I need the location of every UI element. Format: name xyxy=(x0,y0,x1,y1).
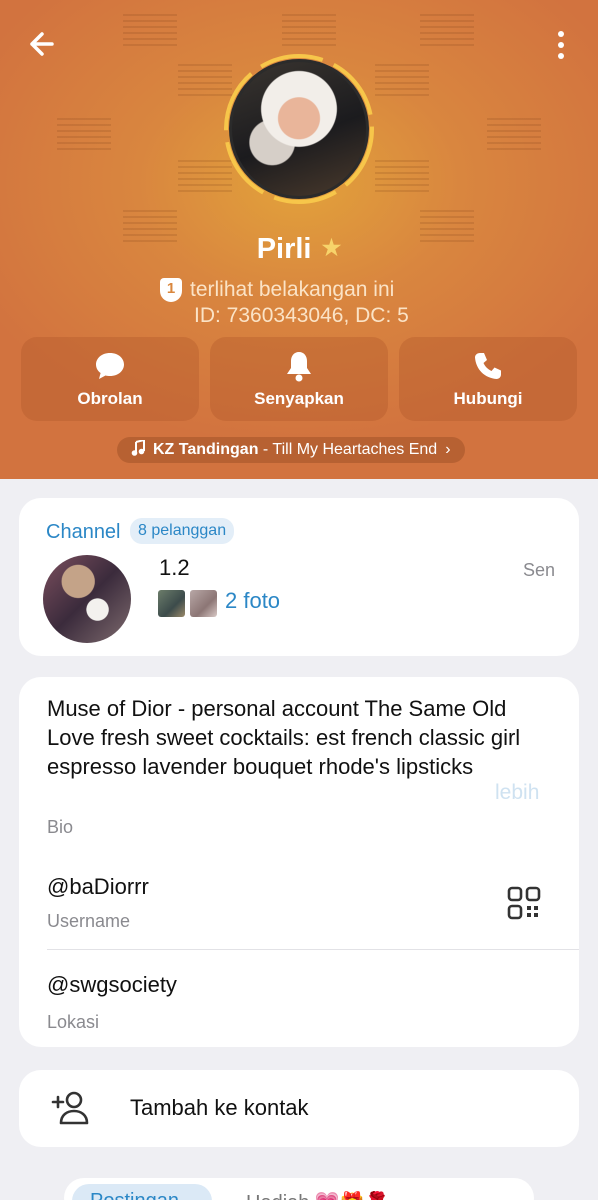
bell-icon xyxy=(285,349,313,383)
add-contact-button[interactable]: Tambah ke kontak xyxy=(19,1070,579,1147)
chat-bubble-icon xyxy=(94,349,126,383)
pattern-decoration xyxy=(123,14,177,48)
tab-posts[interactable]: Postingan xyxy=(72,1184,212,1200)
photo-count-link[interactable]: 2 foto xyxy=(225,588,280,614)
photo-thumbnail xyxy=(190,590,217,617)
subscriber-badge: 8 pelanggan xyxy=(130,518,235,544)
divider xyxy=(47,949,579,950)
pattern-decoration xyxy=(420,14,474,48)
mute-button[interactable]: Senyapkan xyxy=(210,337,388,421)
channel-card[interactable]: Channel 8 pelanggan 1.2 Sen 2 foto xyxy=(19,498,579,656)
pattern-decoration xyxy=(375,160,429,194)
chat-button-label: Obrolan xyxy=(77,389,143,408)
more-vertical-icon[interactable] xyxy=(546,28,576,62)
pattern-decoration xyxy=(57,118,111,152)
profile-tabs: Postingan Hadiah 💗🎁🌹 xyxy=(64,1178,534,1200)
profile-music-pill[interactable]: KZ Tandingan - Till My Heartaches End › xyxy=(117,437,465,463)
pattern-decoration xyxy=(487,118,541,152)
profile-info-card: Muse of Dior - personal account The Same… xyxy=(19,677,579,1047)
channel-post-title: 1.2 xyxy=(159,555,190,580)
channel-label: Channel xyxy=(46,521,121,543)
phone-icon xyxy=(473,349,503,383)
mute-button-label: Senyapkan xyxy=(254,389,344,408)
bio-label: Bio xyxy=(47,817,74,837)
add-contact-label: Tambah ke kontak xyxy=(130,1095,309,1120)
add-person-icon xyxy=(51,1090,91,1126)
profile-header: Pirli ★ 1 terlihat belakangan ini ID: 73… xyxy=(0,0,598,479)
chevron-right-icon: › xyxy=(445,441,451,458)
channel-avatar[interactable] xyxy=(43,555,131,643)
pattern-decoration xyxy=(282,14,336,48)
last-seen-text: terlihat belakangan ini xyxy=(190,278,395,301)
action-buttons: Obrolan Senyapkan Hubungi xyxy=(21,337,577,421)
star-icon[interactable]: ★ xyxy=(322,235,342,260)
profile-name-text: Pirli xyxy=(256,233,312,265)
location-label: Lokasi xyxy=(47,1012,100,1032)
call-button-label: Hubungi xyxy=(453,389,523,408)
photo-thumbnail xyxy=(158,590,185,617)
user-id-line: ID: 7360343046, DC: 5 xyxy=(194,304,409,327)
qr-code-icon[interactable] xyxy=(507,886,541,920)
chat-button[interactable]: Obrolan xyxy=(21,337,199,421)
location-value[interactable]: @swgsociety xyxy=(47,972,177,998)
pattern-decoration xyxy=(375,64,429,98)
bio-more-link[interactable]: lebih xyxy=(495,781,539,805)
music-title: - Till My Heartaches End xyxy=(258,441,438,458)
shield-badge-icon: 1 xyxy=(160,278,182,302)
profile-name: Pirli ★ xyxy=(0,233,598,266)
username-label: Username xyxy=(47,911,131,931)
bio-text[interactable]: Muse of Dior - personal account The Same… xyxy=(47,694,527,781)
profile-avatar[interactable] xyxy=(229,59,369,199)
music-note-icon xyxy=(131,438,145,461)
username-value[interactable]: @baDiorrr xyxy=(47,874,149,900)
back-arrow-icon[interactable] xyxy=(22,28,62,60)
music-artist: KZ Tandingan xyxy=(153,441,259,458)
last-seen-status: 1 terlihat belakangan ini xyxy=(160,278,394,302)
call-button[interactable]: Hubungi xyxy=(399,337,577,421)
tab-gifts[interactable]: Hadiah 💗🎁🌹 xyxy=(246,1190,390,1200)
channel-post-time: Sen xyxy=(522,560,555,580)
